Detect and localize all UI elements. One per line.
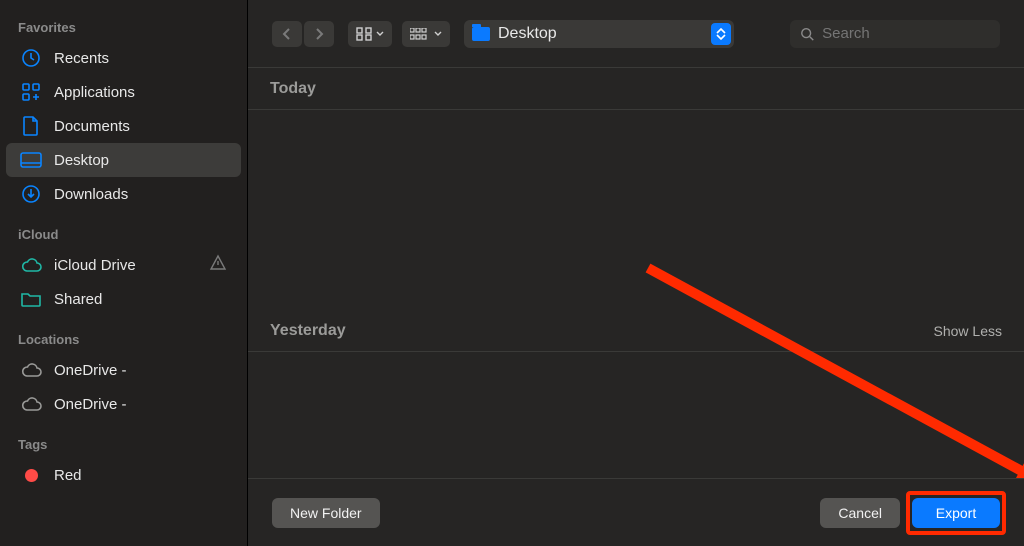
show-less-button[interactable]: Show Less bbox=[934, 323, 1002, 339]
search-input[interactable] bbox=[822, 25, 990, 42]
main-pane: Desktop Today Yesterday Show Less bbox=[248, 0, 1024, 546]
sidebar-item-label: OneDrive - bbox=[54, 396, 127, 413]
new-folder-button[interactable]: New Folder bbox=[272, 498, 380, 528]
location-stepper-icon bbox=[711, 23, 731, 45]
sidebar-item-shared[interactable]: Shared bbox=[6, 282, 241, 316]
toolbar: Desktop bbox=[248, 0, 1024, 68]
clock-icon bbox=[20, 48, 42, 68]
tag-dot-icon bbox=[20, 465, 42, 485]
folder-icon bbox=[472, 27, 490, 41]
nav-forward-button[interactable] bbox=[304, 21, 334, 47]
sidebar-item-onedrive-1[interactable]: OneDrive - bbox=[6, 353, 241, 387]
group-body-yesterday[interactable] bbox=[248, 352, 1024, 462]
sidebar-item-label: iCloud Drive bbox=[54, 257, 136, 274]
sidebar-item-label: Documents bbox=[54, 118, 130, 135]
group-body-today[interactable] bbox=[248, 110, 1024, 310]
sidebar-item-label: Applications bbox=[54, 84, 135, 101]
group-label: Today bbox=[270, 80, 316, 98]
cloud-outline-icon bbox=[20, 360, 42, 380]
warning-icon bbox=[209, 254, 227, 276]
group-label: Yesterday bbox=[270, 322, 346, 340]
group-header-yesterday: Yesterday Show Less bbox=[248, 310, 1024, 352]
sidebar: Favorites Recents Applications Documents… bbox=[0, 0, 248, 546]
document-icon bbox=[20, 116, 42, 136]
dialog-footer: New Folder Cancel Export bbox=[248, 478, 1024, 546]
search-icon bbox=[800, 26, 814, 42]
view-group-button[interactable] bbox=[402, 21, 450, 47]
sidebar-section-icloud: iCloud bbox=[0, 223, 247, 248]
cloud-icon bbox=[20, 255, 42, 275]
search-field[interactable] bbox=[790, 20, 1000, 48]
apps-icon bbox=[20, 82, 42, 102]
sidebar-item-desktop[interactable]: Desktop bbox=[6, 143, 241, 177]
sidebar-section-favorites: Favorites bbox=[0, 16, 247, 41]
group-header-today: Today bbox=[248, 68, 1024, 110]
sidebar-item-downloads[interactable]: Downloads bbox=[6, 177, 241, 211]
sidebar-item-label: Desktop bbox=[54, 152, 109, 169]
sidebar-item-applications[interactable]: Applications bbox=[6, 75, 241, 109]
sidebar-item-label: Red bbox=[54, 467, 82, 484]
chevron-down-icon bbox=[434, 31, 442, 37]
sidebar-section-locations: Locations bbox=[0, 328, 247, 353]
cancel-button[interactable]: Cancel bbox=[820, 498, 900, 528]
annotation-highlight-box bbox=[906, 491, 1006, 535]
sidebar-item-label: Shared bbox=[54, 291, 102, 308]
view-mode-icons-button[interactable] bbox=[348, 21, 392, 47]
sidebar-item-recents[interactable]: Recents bbox=[6, 41, 241, 75]
cloud-outline-icon bbox=[20, 394, 42, 414]
shared-folder-icon bbox=[20, 289, 42, 309]
sidebar-item-icloud-drive[interactable]: iCloud Drive bbox=[6, 248, 241, 282]
nav-back-button[interactable] bbox=[272, 21, 302, 47]
sidebar-item-label: Downloads bbox=[54, 186, 128, 203]
location-popup[interactable]: Desktop bbox=[464, 20, 734, 48]
sidebar-item-tag-red[interactable]: Red bbox=[6, 458, 241, 492]
sidebar-item-label: Recents bbox=[54, 50, 109, 67]
download-icon bbox=[20, 184, 42, 204]
sidebar-section-tags: Tags bbox=[0, 433, 247, 458]
chevron-down-icon bbox=[376, 31, 384, 37]
desktop-icon bbox=[20, 150, 42, 170]
sidebar-item-documents[interactable]: Documents bbox=[6, 109, 241, 143]
sidebar-item-onedrive-2[interactable]: OneDrive - bbox=[6, 387, 241, 421]
file-browser-content: Today Yesterday Show Less bbox=[248, 68, 1024, 478]
location-label: Desktop bbox=[498, 25, 557, 43]
sidebar-item-label: OneDrive - bbox=[54, 362, 127, 379]
